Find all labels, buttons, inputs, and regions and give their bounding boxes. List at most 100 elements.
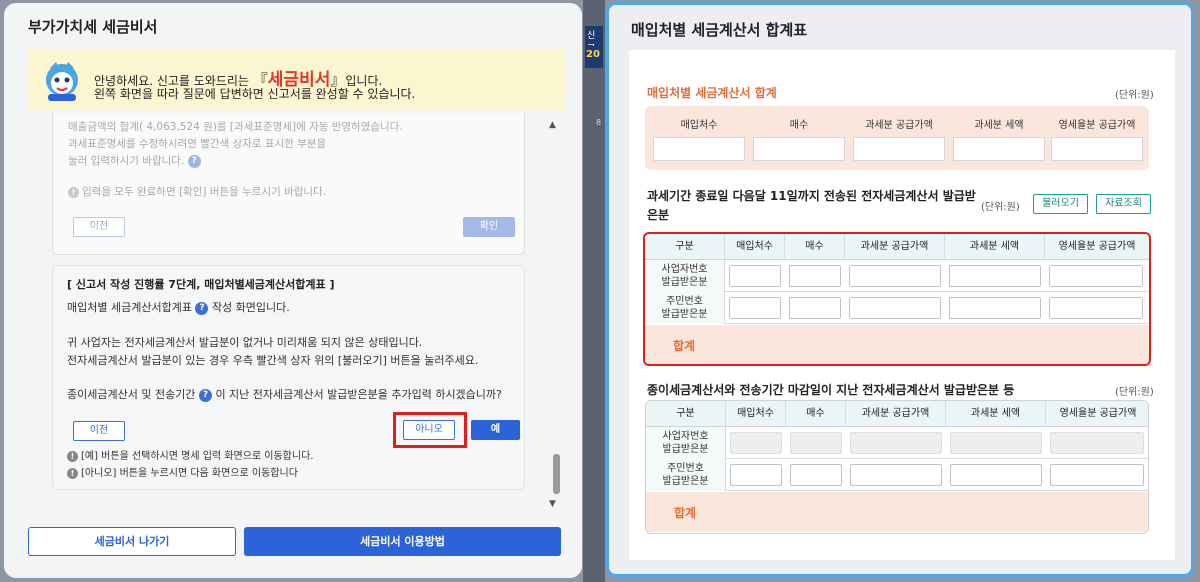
cell-input[interactable] [1049, 297, 1143, 319]
paper-invoice-table: 구분 매입처수 매수 과세분 공급가액 과세분 세액 영세율분 공급가액 사업자… [645, 400, 1149, 534]
total-row: 합계 [645, 325, 1149, 364]
column-label: 과세분 세액 [974, 120, 1024, 131]
table-header: 구분 매입처수 매수 과세분 공급가액 과세분 세액 영세율분 공급가액 [645, 234, 1149, 260]
row-label-line: 사업자번호 [661, 264, 708, 275]
cell-input[interactable] [1049, 265, 1143, 287]
banner-instruction: 왼쪽 화면을 따라 질문에 답변하면 신고서를 완성할 수 있습니다. [94, 87, 416, 101]
row-label-line: 발급받은분 [661, 309, 708, 320]
background-strip [583, 0, 605, 582]
row-label-line: 주민번호 [667, 463, 704, 474]
assistant-guide-button[interactable]: 세금비서 이용방법 [244, 527, 561, 556]
dialog-title: 부가가치세 세금비서 [28, 18, 158, 36]
note-line: ! [예] 버튼을 선택하시면 명세 입력 화면으로 이동합니다. [67, 447, 313, 462]
invoice-count-input[interactable] [753, 137, 845, 161]
cell-input[interactable] [729, 265, 781, 287]
message-line: 매입처별 세금계산서합계표 ? 작성 화면입니다. [67, 299, 290, 315]
form-panel: 매입처별 세금계산서 합계 (단위:원) 매입처수 매수 과세분 공급가액 과세… [629, 50, 1175, 560]
table-row: 주민번호 발급받은분 [645, 292, 1149, 324]
cell-input-disabled [790, 432, 842, 454]
confirm-button-disabled[interactable]: 확인 [463, 217, 515, 237]
column-header: 과세분 공급가액 [845, 234, 945, 260]
scrollbar-thumb[interactable] [553, 454, 560, 494]
prev-button[interactable]: 이전 [73, 421, 125, 441]
section-title: 과세기간 종료일 다음달 11일까지 전송된 전자세금계산서 발급받은분 [647, 189, 976, 222]
dialog-title: 매입처별 세금계산서 합계표 [631, 21, 808, 39]
cell-input-disabled [1050, 432, 1144, 454]
help-icon[interactable]: ? [187, 154, 201, 168]
zero-rate-amount-input[interactable] [1051, 137, 1143, 161]
cell-input[interactable] [729, 297, 781, 319]
cell-input-disabled [950, 432, 1042, 454]
cell-input[interactable] [949, 265, 1041, 287]
cell-input[interactable] [730, 464, 782, 486]
chat-area[interactable]: 매출금액의 합계( 4,063,524 원)를 [과세표준명세]에 자동 반영하… [48, 113, 539, 513]
cell-input[interactable] [849, 265, 941, 287]
section-title: 종이세금계산서와 전송기간 마감일이 지난 전자세금계산서 발급받은분 등 [647, 383, 1015, 397]
scroll-down-arrow-icon[interactable]: ▼ [549, 499, 556, 509]
row-label: 사업자번호발급받은분 [646, 427, 726, 459]
info-icon: ! [68, 186, 79, 198]
column-header: 매수 [785, 234, 845, 260]
notice-line: ! 입력을 모두 완료하면 [확인] 버튼을 누르시기 바랍니다. [68, 184, 326, 199]
welcome-banner: 안녕하세요. 신고를 도와드리는 『세금비서』입니다. 왼쪽 화면을 따라 질문… [28, 50, 565, 110]
info-icon: ! [67, 450, 78, 462]
column-header: 영세율분 공급가액 [1059, 408, 1137, 419]
message-line: 매출금액의 합계( 4,063,524 원)를 [과세표준명세]에 자동 반영하… [68, 121, 403, 133]
step-heading: [ 신고서 작성 진행률 7단계, 매입처별세금계산서합계표 ] [67, 278, 335, 291]
supplier-count-input[interactable] [653, 137, 745, 161]
total-label: 합계 [674, 506, 697, 520]
unit-label: (단위:원) [1115, 90, 1154, 101]
help-icon[interactable]: ? [198, 388, 212, 402]
electronic-invoice-table: 구분 매입처수 매수 과세분 공급가액 과세분 세액 영세율분 공급가액 사업자… [643, 232, 1151, 366]
yes-button[interactable]: 예 [471, 420, 520, 440]
row-label-line: 발급받은분 [662, 444, 709, 455]
column-label: 과세분 공급가액 [865, 120, 933, 131]
current-step-message: [ 신고서 작성 진행률 7단계, 매입처별세금계산서합계표 ] 매입처별 세금… [52, 265, 525, 490]
cell-input[interactable] [949, 297, 1041, 319]
cell-input[interactable] [950, 464, 1042, 486]
taxable-amount-input[interactable] [853, 137, 945, 161]
notice-text: 입력을 모두 완료하면 [확인] 버튼을 누르시기 바랍니다. [82, 186, 327, 198]
load-button[interactable]: 불러오기 [1033, 194, 1088, 214]
mascot-icon [46, 62, 78, 101]
unit-label: (단위:원) [1115, 387, 1154, 398]
table-row: 사업자번호발급받은분 [645, 260, 1149, 292]
cell-input[interactable] [850, 464, 942, 486]
column-header: 과세분 공급가액 [846, 401, 946, 427]
column-header: 매입처수 [726, 401, 786, 427]
help-icon[interactable]: ? [195, 301, 209, 315]
table-header: 구분 매입처수 매수 과세분 공급가액 과세분 세액 영세율분 공급가액 [646, 401, 1148, 427]
row-label-line: 발급받은분 [661, 277, 708, 288]
section-title: 매입처별 세금계산서 합계 [647, 86, 777, 100]
cell-input-disabled [730, 432, 782, 454]
cell-input[interactable] [789, 265, 841, 287]
column-header: 매입처수 [725, 234, 785, 260]
exit-assistant-button[interactable]: 세금비서 나가기 [28, 527, 236, 556]
column-header: 구분 [645, 234, 725, 260]
cell-input[interactable] [789, 297, 841, 319]
question-line: 종이세금계산서 및 전송기간 ? 이 지난 전자세금계산서 발급받은분을 추가입… [67, 386, 502, 402]
cell-input[interactable] [790, 464, 842, 486]
cell-input[interactable] [849, 297, 941, 319]
column-header: 구분 [646, 401, 726, 427]
cell-input-disabled [850, 432, 942, 454]
data-lookup-button[interactable]: 자료조회 [1096, 194, 1151, 214]
column-header: 영세율분 공급가액 [1058, 241, 1136, 252]
unit-label: (단위:원) [981, 202, 1020, 213]
row-label-line: 발급받은분 [662, 476, 709, 487]
prev-button-disabled[interactable]: 이전 [73, 217, 125, 237]
column-header: 과세분 세액 [945, 234, 1045, 260]
note-text: [예] 버튼을 선택하시면 명세 입력 화면으로 이동합니다. [81, 451, 314, 462]
message-text: 작성 화면입니다. [211, 301, 290, 314]
row-label-line: 사업자번호 [662, 431, 709, 442]
cell-input[interactable] [1050, 464, 1144, 486]
column-header: 매수 [786, 401, 846, 427]
no-button[interactable]: 아니오 [403, 420, 455, 440]
question-text: 종이세금계산서 및 전송기간 [67, 388, 196, 401]
tax-amount-input[interactable] [953, 137, 1045, 161]
tax-assistant-dialog: 부가가치세 세금비서 안녕하세요. 신고를 도와드리는 『세금비서』입니다. 왼… [4, 3, 582, 578]
row-label: 주민번호 발급받은분 [645, 292, 725, 324]
row-label: 주민번호발급받은분 [646, 459, 726, 491]
scroll-up-arrow-icon[interactable]: ▲ [549, 120, 556, 130]
message-line: 눌러 입력하시기 바랍니다. ? [68, 153, 201, 168]
